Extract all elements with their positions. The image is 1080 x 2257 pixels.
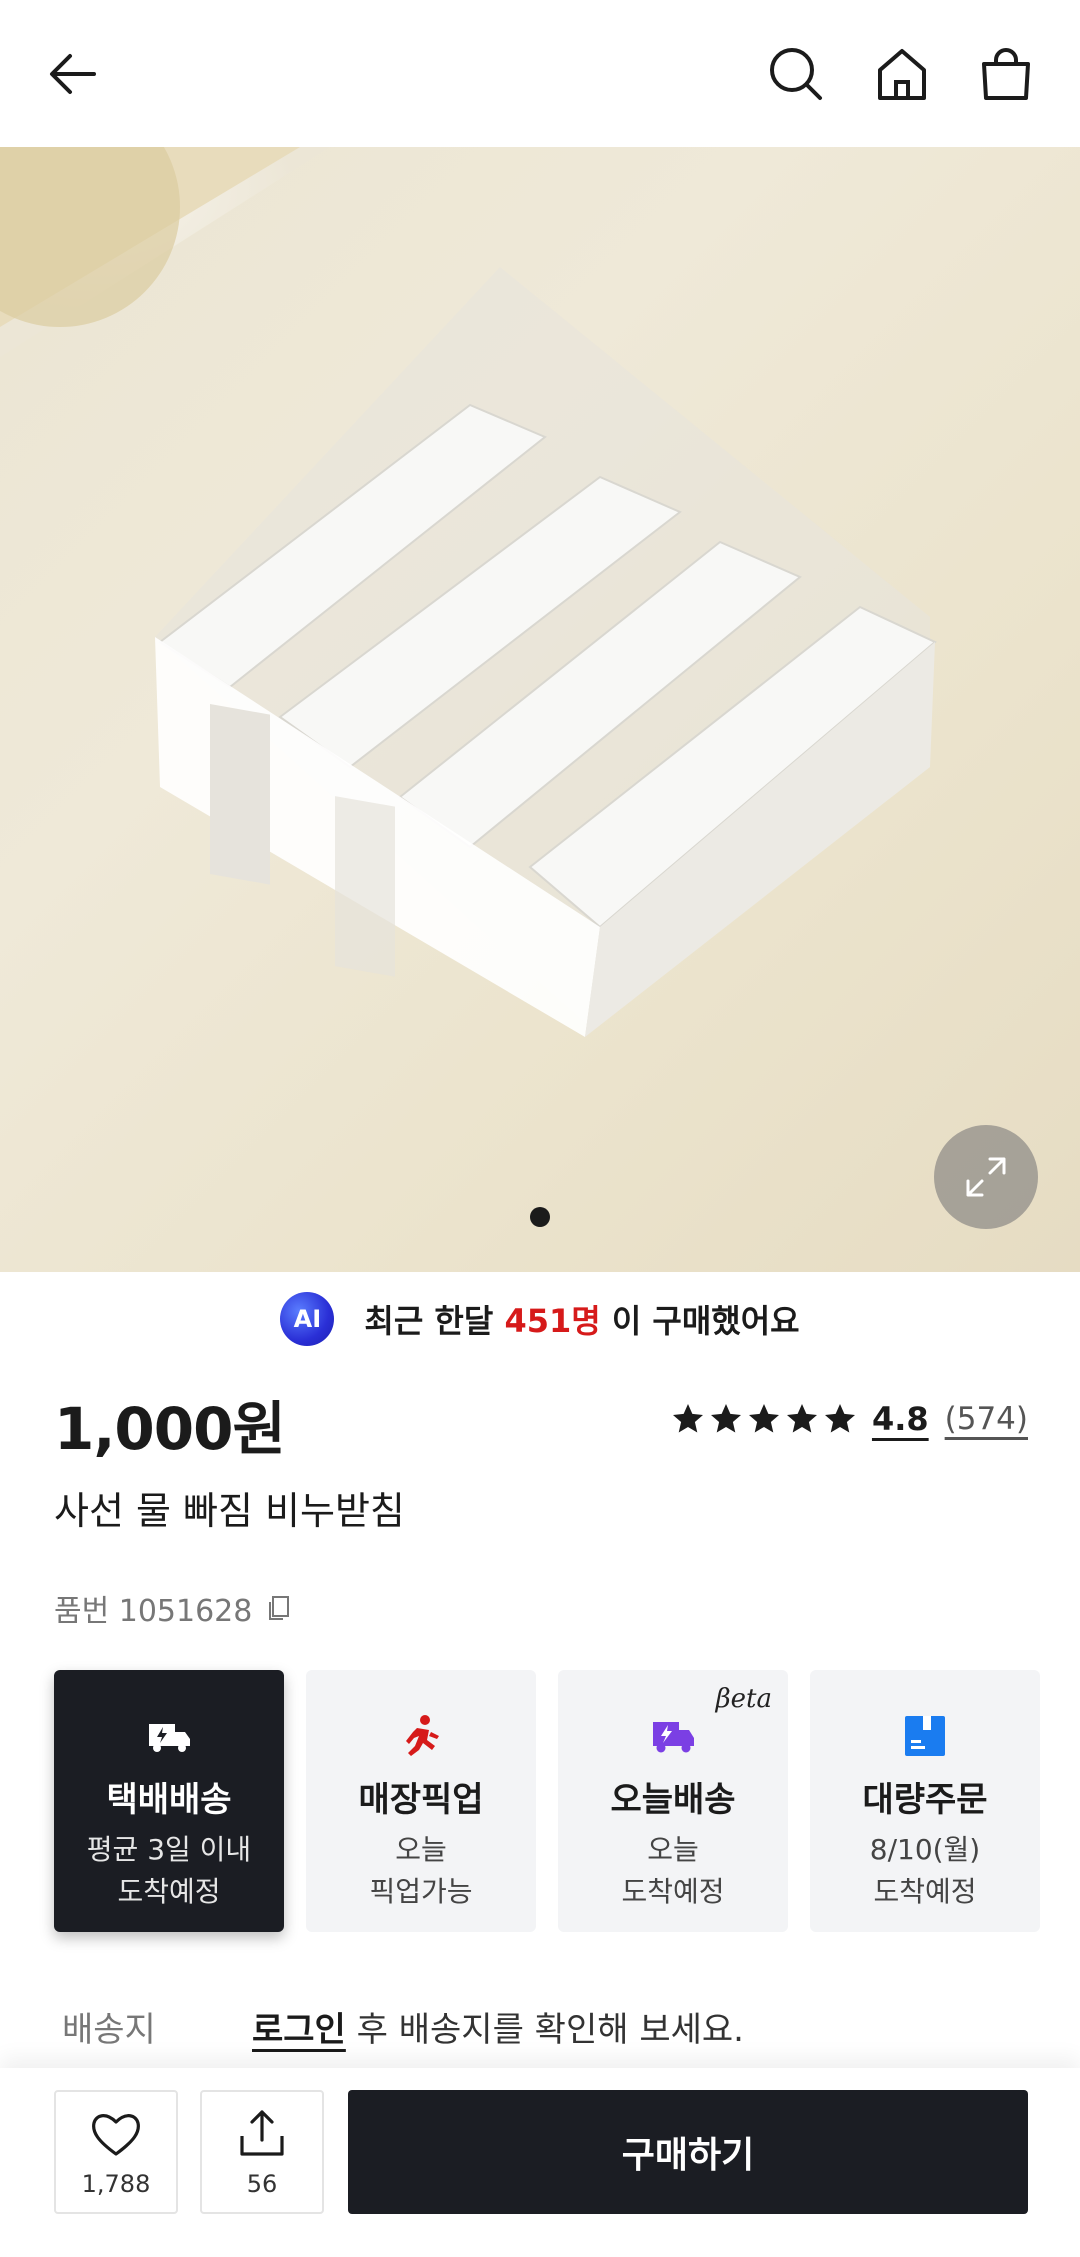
delivery-option-line2: 도착예정 xyxy=(621,1875,725,1908)
delivery-option-line2: 도착예정 xyxy=(117,1875,221,1908)
delivery-option-parcel[interactable]: 택배배송 평균 3일 이내 도착예정 xyxy=(54,1670,284,1932)
expand-icon xyxy=(966,1157,1006,1197)
ai-badge: AI xyxy=(280,1292,335,1346)
delivery-options: 택배배송 평균 3일 이내 도착예정 매장픽업 오늘 픽업가능 βeta 오늘배… xyxy=(54,1670,1040,1932)
search-icon[interactable] xyxy=(760,38,832,110)
share-count: 56 xyxy=(246,2170,278,2198)
login-link[interactable]: 로그인 xyxy=(252,2010,346,2050)
like-count: 1,788 xyxy=(81,2170,151,2198)
delivery-option-desc: 오늘 도착예정 xyxy=(621,1829,724,1913)
gallery-page-indicator xyxy=(530,1207,550,1227)
product-page: AI 최근 한달 451명 이 구매했어요 1,000원 4.8 (574) 사… xyxy=(0,0,1080,2257)
shopping-bag-icon[interactable] xyxy=(970,38,1042,110)
top-header xyxy=(0,0,1080,147)
ai-banner-highlight: 451명 xyxy=(504,1302,601,1340)
delivery-option-title: 매장픽업 xyxy=(358,1780,484,1820)
like-button[interactable]: 1,788 xyxy=(54,2090,178,2214)
delivery-option-line1: 8/10(월) xyxy=(869,1833,981,1866)
delivery-option-bulk[interactable]: 대량주문 8/10(월) 도착예정 xyxy=(810,1670,1040,1932)
delivery-option-title: 오늘배송 xyxy=(610,1780,736,1820)
product-title: 사선 물 빠짐 비누받침 xyxy=(54,1489,405,1533)
rating-stars xyxy=(670,1401,858,1437)
delivery-option-title: 대량주문 xyxy=(862,1780,988,1820)
ai-banner-text: 최근 한달 451명 이 구매했어요 xyxy=(364,1296,799,1342)
product-photo xyxy=(0,147,937,1037)
expand-image-button[interactable] xyxy=(934,1125,1038,1229)
delivery-option-line1: 오늘 xyxy=(395,1833,447,1866)
delivery-option-line2: 픽업가능 xyxy=(369,1875,473,1908)
back-arrow-icon[interactable] xyxy=(38,38,110,110)
delivery-option-line1: 오늘 xyxy=(647,1833,699,1866)
delivery-option-today[interactable]: βeta 오늘배송 오늘 도착예정 xyxy=(558,1670,788,1932)
ai-banner-suffix: 이 구매했어요 xyxy=(600,1302,800,1340)
delivery-option-pickup[interactable]: 매장픽업 오늘 픽업가능 xyxy=(306,1670,536,1932)
shipping-message: 로그인 후 배송지를 확인해 보세요. xyxy=(252,2002,744,2051)
delivery-truck-icon xyxy=(143,1710,195,1762)
running-person-icon xyxy=(395,1710,447,1762)
star-icon xyxy=(824,1404,855,1433)
rating-count[interactable]: (574) xyxy=(945,1401,1028,1437)
star-icon xyxy=(710,1404,741,1433)
ai-banner-prefix: 최근 한달 xyxy=(364,1302,505,1340)
share-icon xyxy=(240,2110,284,2156)
heart-icon xyxy=(92,2114,140,2156)
buy-button[interactable]: 구매하기 xyxy=(348,2090,1028,2214)
star-icon xyxy=(786,1404,817,1433)
home-icon[interactable] xyxy=(866,38,938,110)
delivery-option-title: 택배배송 xyxy=(106,1780,232,1820)
delivery-option-desc: 오늘 픽업가능 xyxy=(369,1829,472,1913)
fast-delivery-icon xyxy=(647,1710,699,1762)
sku-text: 품번 1051628 xyxy=(54,1594,253,1629)
beta-badge: βeta xyxy=(715,1684,772,1714)
star-icon xyxy=(748,1404,779,1433)
product-price: 1,000원 xyxy=(54,1395,286,1463)
delivery-option-line1: 평균 3일 이내 xyxy=(86,1833,252,1866)
shipping-destination-row: 배송지 로그인 후 배송지를 확인해 보세요. xyxy=(62,2002,1042,2051)
rating-summary[interactable]: 4.8 (574) xyxy=(670,1400,1028,1438)
copy-icon[interactable] xyxy=(264,1593,294,1623)
box-icon xyxy=(899,1710,951,1762)
shipping-label: 배송지 xyxy=(62,2010,156,2050)
delivery-option-desc: 평균 3일 이내 도착예정 xyxy=(87,1829,251,1913)
share-button[interactable]: 56 xyxy=(200,2090,324,2214)
shipping-message-text: 후 배송지를 확인해 보세요. xyxy=(345,2010,744,2050)
star-icon xyxy=(672,1404,703,1433)
delivery-option-line2: 도착예정 xyxy=(873,1875,977,1908)
bottom-action-bar: 1,788 56 구매하기 xyxy=(0,2068,1080,2257)
product-image-gallery[interactable] xyxy=(0,147,1080,1272)
product-sku: 품번 1051628 xyxy=(54,1586,294,1630)
ai-purchase-banner: AI 최근 한달 451명 이 구매했어요 xyxy=(0,1290,1080,1348)
delivery-option-desc: 8/10(월) 도착예정 xyxy=(870,1829,981,1913)
rating-score[interactable]: 4.8 xyxy=(872,1400,929,1438)
